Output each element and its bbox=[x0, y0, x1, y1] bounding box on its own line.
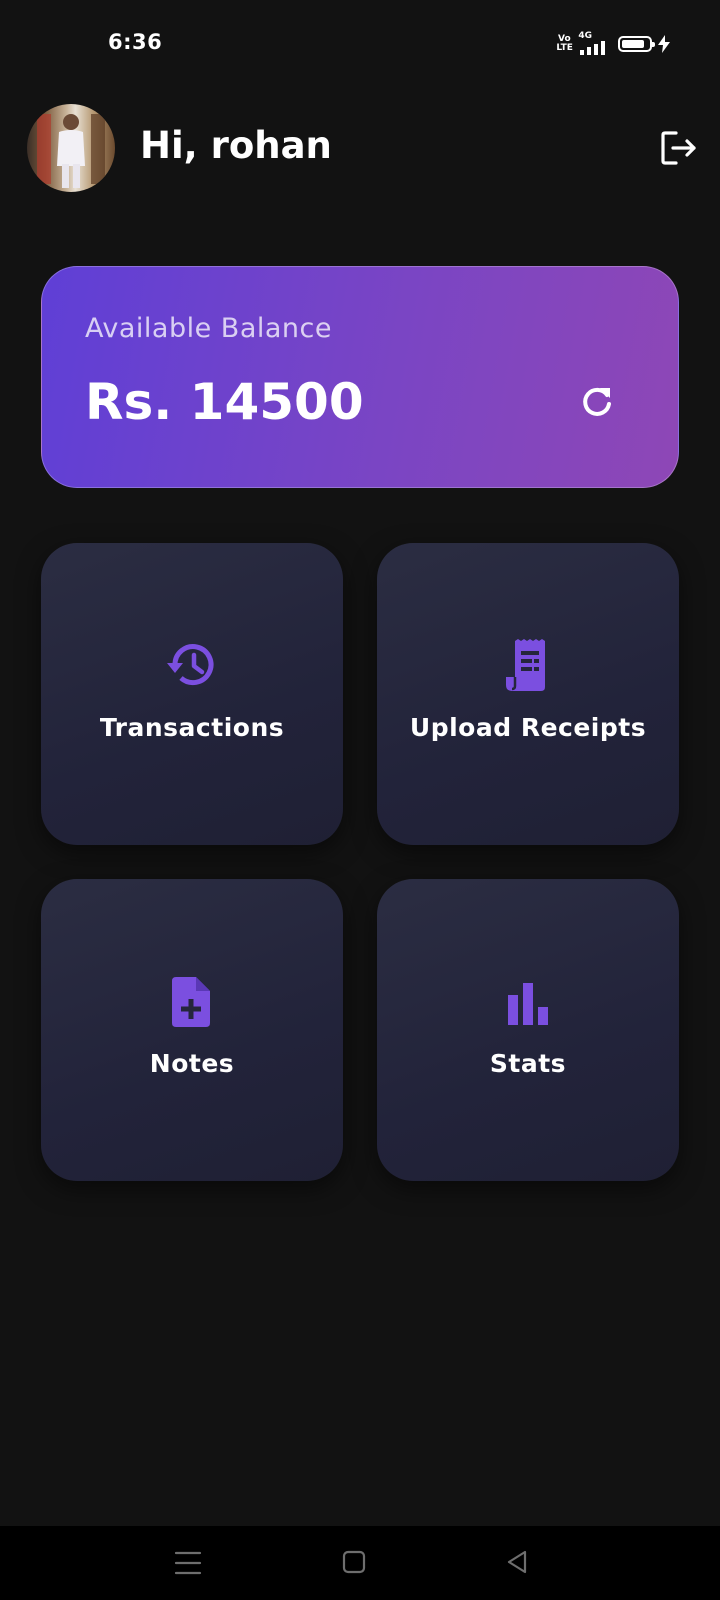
refresh-icon[interactable] bbox=[580, 385, 614, 419]
status-icons: Vo LTE 4G bbox=[556, 32, 670, 55]
volte-icon: Vo LTE bbox=[556, 34, 573, 53]
stats-label: Stats bbox=[489, 1049, 567, 1078]
stats-tile[interactable]: Stats bbox=[377, 879, 679, 1181]
battery-icon bbox=[618, 35, 655, 52]
signal-icon: 4G bbox=[578, 32, 606, 55]
notes-tile[interactable]: Notes bbox=[41, 879, 343, 1181]
bar-chart-icon bbox=[508, 983, 548, 1025]
user-avatar-image bbox=[37, 114, 105, 188]
transactions-tile[interactable]: Transactions bbox=[41, 543, 343, 845]
upload-receipts-label: Upload Receipts bbox=[409, 713, 647, 742]
home-square-icon[interactable] bbox=[339, 1547, 371, 1579]
avatar[interactable] bbox=[27, 104, 115, 192]
greeting-text: Hi, rohan bbox=[140, 124, 332, 167]
battery-level bbox=[622, 39, 644, 48]
home-screen: 6:36 Vo LTE 4G Hi, rohan Available Balan… bbox=[0, 0, 720, 1600]
notes-label: Notes bbox=[149, 1049, 235, 1078]
logout-icon[interactable] bbox=[660, 130, 698, 166]
menu-icon[interactable] bbox=[172, 1547, 204, 1579]
balance-amount: Rs. 14500 bbox=[85, 373, 364, 431]
status-bar: 6:36 Vo LTE 4G bbox=[0, 0, 720, 80]
upload-receipts-tile[interactable]: Upload Receipts bbox=[377, 543, 679, 845]
charging-icon bbox=[658, 34, 670, 53]
balance-card: Available Balance Rs. 14500 bbox=[41, 266, 679, 488]
transactions-label: Transactions bbox=[99, 713, 285, 742]
receipt-icon bbox=[506, 639, 545, 691]
network-type: 4G bbox=[578, 31, 592, 41]
signal-bars-icon bbox=[580, 41, 605, 55]
history-icon bbox=[167, 644, 214, 686]
system-nav-bar bbox=[0, 1526, 720, 1600]
status-time: 6:36 bbox=[108, 30, 163, 54]
balance-label: Available Balance bbox=[85, 313, 332, 344]
back-triangle-icon[interactable] bbox=[503, 1547, 535, 1579]
note-add-icon bbox=[172, 977, 210, 1027]
volte-bottom-text: LTE bbox=[556, 42, 573, 53]
